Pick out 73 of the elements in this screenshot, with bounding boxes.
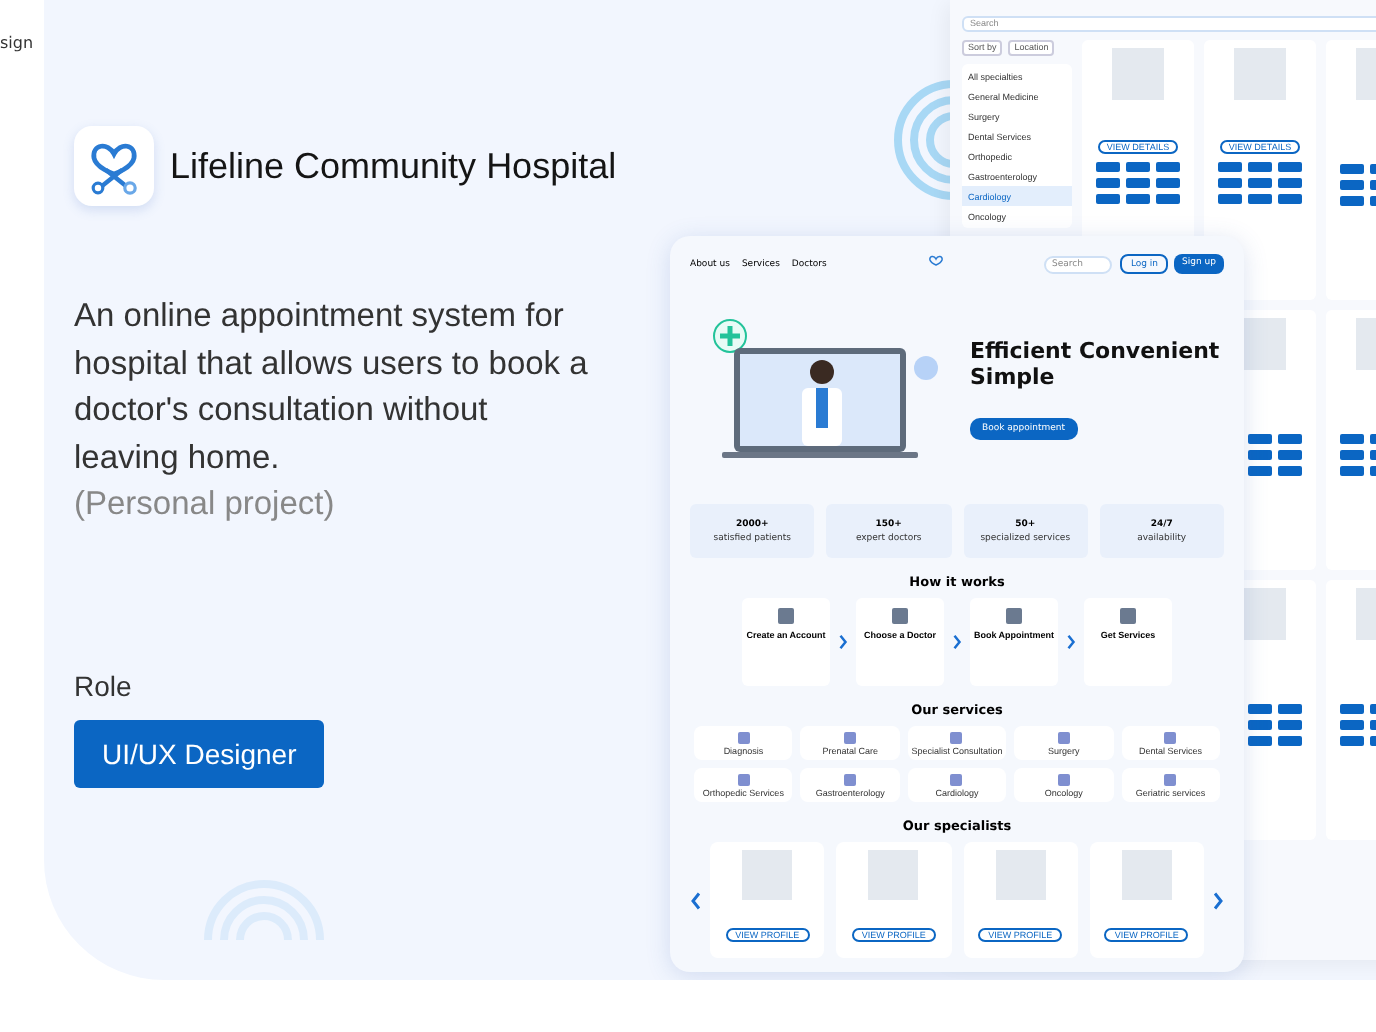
chevron-left-icon[interactable] xyxy=(690,891,702,909)
caption-text: sign xyxy=(0,34,34,52)
time-slot[interactable] xyxy=(1248,736,1272,746)
time-slot[interactable] xyxy=(1126,178,1150,188)
photo-placeholder xyxy=(995,850,1046,900)
time-slot[interactable] xyxy=(1248,162,1272,172)
time-slot[interactable] xyxy=(1340,704,1364,714)
photo-placeholder xyxy=(1121,850,1172,900)
step-icon xyxy=(1120,608,1136,624)
time-slot[interactable] xyxy=(1278,720,1302,730)
service-icon xyxy=(737,773,750,785)
time-slot[interactable] xyxy=(1156,194,1180,204)
time-slot[interactable] xyxy=(1278,450,1302,460)
time-slot[interactable] xyxy=(1248,720,1272,730)
service-icon xyxy=(1164,773,1177,785)
time-slot[interactable] xyxy=(1278,194,1302,204)
time-slot[interactable] xyxy=(1278,466,1302,476)
ripple-drawing xyxy=(894,80,954,200)
service-icon xyxy=(950,773,963,785)
chevron-right-icon[interactable] xyxy=(1212,891,1224,909)
time-slot[interactable] xyxy=(1248,466,1272,476)
time-slot[interactable] xyxy=(1248,434,1272,444)
time-slot[interactable] xyxy=(1340,450,1364,460)
chevron-right-icon xyxy=(1066,634,1076,650)
chevron-right-icon xyxy=(952,634,962,650)
time-slot[interactable] xyxy=(1340,466,1364,476)
project-description: An online appointment system for hospital that allows users to book a doctor's consultation without leaving home. xyxy=(74,296,590,479)
time-slot[interactable] xyxy=(1278,162,1302,172)
time-slot[interactable] xyxy=(1218,162,1242,172)
time-slot[interactable] xyxy=(1340,736,1364,746)
time-slot[interactable] xyxy=(1156,162,1180,172)
time-slot[interactable] xyxy=(1278,704,1302,714)
role-badge: UI/UX Designer xyxy=(74,719,325,787)
photo-placeholder xyxy=(1112,48,1164,100)
time-slot[interactable] xyxy=(1126,162,1150,172)
step-icon xyxy=(1006,608,1022,624)
time-slot[interactable] xyxy=(1096,162,1120,172)
service-icon xyxy=(950,731,963,743)
service-icon xyxy=(1057,731,1070,743)
service-icon xyxy=(1164,731,1177,743)
time-slot[interactable] xyxy=(1340,434,1364,444)
time-slot[interactable] xyxy=(1278,178,1302,188)
photo-placeholder xyxy=(742,850,793,900)
time-slot[interactable] xyxy=(1278,736,1302,746)
time-slot[interactable] xyxy=(1248,704,1272,714)
hero-headline: Efficient Convenient Simple xyxy=(970,337,1222,389)
step-icon xyxy=(778,608,794,624)
project-note: (Personal project) xyxy=(74,484,337,526)
service-icon xyxy=(844,773,857,785)
time-slot[interactable] xyxy=(1340,196,1364,206)
time-slot[interactable] xyxy=(1340,720,1364,730)
photo-placeholder xyxy=(1234,48,1286,100)
time-slot[interactable] xyxy=(1340,180,1364,190)
time-slot[interactable] xyxy=(1156,178,1180,188)
time-slot[interactable] xyxy=(1096,194,1120,204)
step-icon xyxy=(892,608,908,624)
role-label: Role xyxy=(74,669,134,701)
time-slot[interactable] xyxy=(1126,194,1150,204)
heart-stethoscope-logo-icon xyxy=(74,126,154,206)
photo-placeholder xyxy=(868,850,919,900)
time-slot[interactable] xyxy=(1340,164,1364,174)
time-slot[interactable] xyxy=(1218,194,1242,204)
service-icon xyxy=(844,731,857,743)
service-icon xyxy=(1057,773,1070,785)
chevron-right-icon xyxy=(838,634,848,650)
time-slot[interactable] xyxy=(1278,434,1302,444)
time-slot[interactable] xyxy=(1248,450,1272,460)
time-slot[interactable] xyxy=(1096,178,1120,188)
service-icon xyxy=(737,731,750,743)
time-slot[interactable] xyxy=(1248,178,1272,188)
project-title: Lifeline Community Hospital xyxy=(170,144,619,188)
time-slot[interactable] xyxy=(1218,178,1242,188)
time-slot[interactable] xyxy=(1248,194,1272,204)
